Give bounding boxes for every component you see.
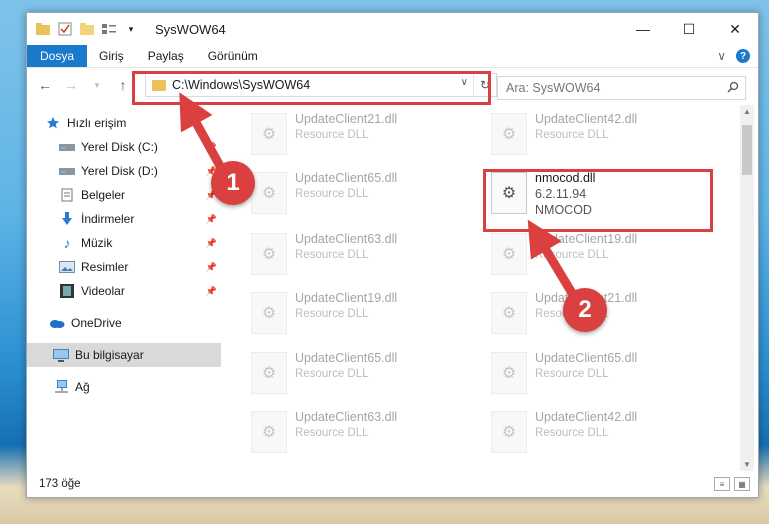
annotation-arrows — [179, 92, 579, 301]
arrow-2 — [527, 219, 579, 301]
step-badge-1: 1 — [211, 161, 255, 205]
step-badge-2: 2 — [563, 288, 607, 332]
